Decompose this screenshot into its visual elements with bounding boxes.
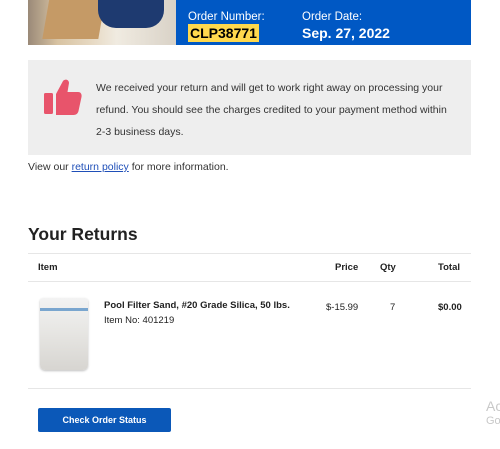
row-divider xyxy=(28,388,471,389)
order-header-banner: Order Number: CLP38771 Order Date: Sep. … xyxy=(28,0,471,45)
order-date-value: Sep. 27, 2022 xyxy=(302,25,390,41)
column-header-item: Item xyxy=(38,262,58,273)
return-policy-line: View our return policy for more informat… xyxy=(28,161,229,173)
order-date-label: Order Date: xyxy=(302,11,363,23)
order-number-label: Order Number: xyxy=(188,11,265,23)
column-header-qty: Qty xyxy=(380,262,396,273)
product-quantity: 7 xyxy=(390,302,396,313)
order-number-block: Order Number: CLP38771 xyxy=(188,11,265,43)
return-confirmation-panel: We received your return and will get to … xyxy=(28,60,471,155)
product-name[interactable]: Pool Filter Sand, #20 Grade Silica, 50 l… xyxy=(104,299,304,312)
product-item-number: Item No: 401219 xyxy=(104,315,175,326)
product-total: $0.00 xyxy=(438,302,462,313)
policy-suffix: for more information. xyxy=(128,161,229,173)
bag-stripe xyxy=(40,308,88,311)
package-box-graphic xyxy=(42,0,106,39)
return-policy-link[interactable]: return policy xyxy=(72,161,129,173)
order-date-block: Order Date: Sep. 27, 2022 xyxy=(302,11,390,42)
delivery-person-graphic xyxy=(98,0,164,28)
column-header-price: Price xyxy=(335,262,359,273)
your-returns-heading: Your Returns xyxy=(28,224,138,244)
thumbs-up-icon xyxy=(44,79,82,115)
hero-photo xyxy=(28,0,176,45)
return-confirmation-message: We received your return and will get to … xyxy=(96,82,447,138)
watermark-line-1: Ac xyxy=(486,398,500,414)
email-content: Order Number: CLP38771 Order Date: Sep. … xyxy=(28,0,471,449)
policy-prefix: View our xyxy=(28,161,72,173)
product-image xyxy=(40,298,88,370)
order-number-value: CLP38771 xyxy=(188,24,259,42)
column-header-total: Total xyxy=(438,262,460,273)
watermark-line-2: Go xyxy=(486,415,500,427)
activation-watermark: Ac Go xyxy=(486,398,500,428)
check-order-status-button[interactable]: Check Order Status xyxy=(38,408,171,432)
table-row: Pool Filter Sand, #20 Grade Silica, 50 l… xyxy=(28,282,471,386)
bag-logo-graphic xyxy=(46,316,80,324)
product-price: $-15.99 xyxy=(326,302,359,313)
returns-table-header: Item Price Qty Total xyxy=(28,253,471,282)
